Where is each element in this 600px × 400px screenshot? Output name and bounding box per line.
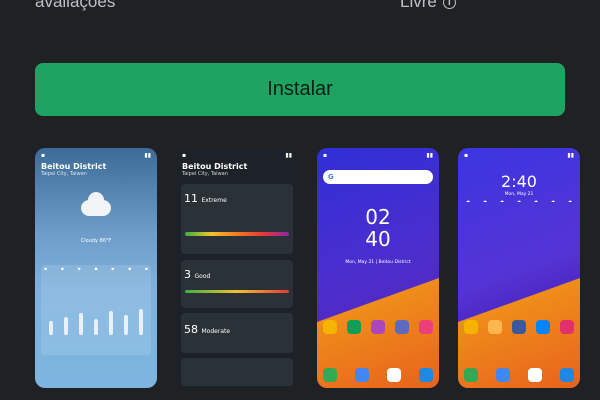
facebook-icon [512,320,526,334]
app-icon [347,320,361,334]
clock-minute: 40 [365,227,391,251]
info-icon[interactable]: i [442,0,456,9]
uv-label: Extreme [201,197,227,204]
instagram-icon [560,320,574,334]
app-icon [395,320,409,334]
app-icon [371,320,385,334]
pm-scale [185,290,289,293]
clock-hour: 02 [365,205,391,229]
camera-icon [419,368,433,382]
pm-label: Good [194,273,211,280]
uv-value: 11 [184,192,198,205]
clock-date: Mon, May 21 | Beitou District [345,260,411,265]
google-icon: G [328,173,334,181]
age-rating[interactable]: Livre i [400,0,456,12]
screenshot-weather-current[interactable]: ▪ ▮▮ Beitou District Taipei City, Taiwan … [35,148,157,388]
clock-date: Mon, May 21 [504,192,534,197]
status-bar: ▪ ▮▮ [41,151,151,159]
screenshot-home-clock[interactable]: ▪ ▮▮ G 02 40 Mon, May 21 | Beitou Distric… [317,148,439,388]
chrome-icon [528,368,542,382]
app-row [464,320,574,334]
location-name: Beitou District [182,162,248,171]
status-bar: ▪ ▮▮ [323,151,433,159]
app-icon [464,320,478,334]
install-button[interactable]: Instalar [35,63,565,116]
dock [323,368,433,382]
phone-icon [323,368,337,382]
forecast-panel: ▪ ▪ ▪ ▪ ▪ ▪ ▪ [41,265,151,355]
location-header: Beitou District Taipei City, Taiwan [35,162,157,177]
screenshot-weather-uv-air[interactable]: ▪ ▮▮ Beitou District Taipei City, Taiwan … [176,148,298,388]
app-row [323,320,433,334]
app-icon [323,320,337,334]
forecast-days: ▪ ▪ ▪ ▪ ▪ ▪ ▪ [44,267,148,272]
uv-scale [185,232,289,236]
location-name: Beitou District [41,162,107,171]
location-sub: Taipei City, Taiwan [41,171,87,177]
dock [464,368,574,382]
app-icon [419,320,433,334]
clock-time: 2:40 [501,172,537,191]
pm-value: 3 [184,268,191,281]
current-condition: Cloudy 86°F [80,238,112,244]
messages-icon [355,368,369,382]
cloud-icon [81,192,111,216]
search-bar: G [323,170,433,184]
messages-icon [496,368,510,382]
app-info-row: avaliações Livre i [0,0,600,14]
install-button-label: Instalar [267,78,333,100]
messenger-icon [536,320,550,334]
location-sub: Taipei City, Taiwan [182,171,228,177]
aq-label: Moderate [201,328,231,335]
air-quality-card: 58 Moderate [181,313,293,353]
location-header: Beitou District Taipei City, Taiwan [176,162,298,177]
reviews-label: avaliações [35,0,116,11]
clock-widget: 02 40 [317,206,439,250]
chrome-icon [387,368,401,382]
pm-card: 3 Good [181,260,293,308]
screenshot-carousel[interactable]: ▪ ▮▮ Beitou District Taipei City, Taiwan … [35,148,600,388]
status-bar: ▪ ▮▮ [182,151,292,159]
app-icon [488,320,502,334]
status-bar: ▪ ▮▮ [464,151,574,159]
sun-card [181,358,293,386]
camera-icon [560,368,574,382]
screenshot-home-widget[interactable]: ▪ ▮▮ 2:40 Mon, May 21 ☁ ☁ ☁ ☁ ☁ ☁ ☁ [458,148,580,388]
age-rating-label: Livre [400,0,437,11]
forecast-bars [49,305,143,335]
aq-value: 58 [184,323,198,336]
phone-icon [464,368,478,382]
forecast-row: ☁ ☁ ☁ ☁ ☁ ☁ ☁ [466,198,572,203]
uv-card: 11 Extreme [181,184,293,254]
